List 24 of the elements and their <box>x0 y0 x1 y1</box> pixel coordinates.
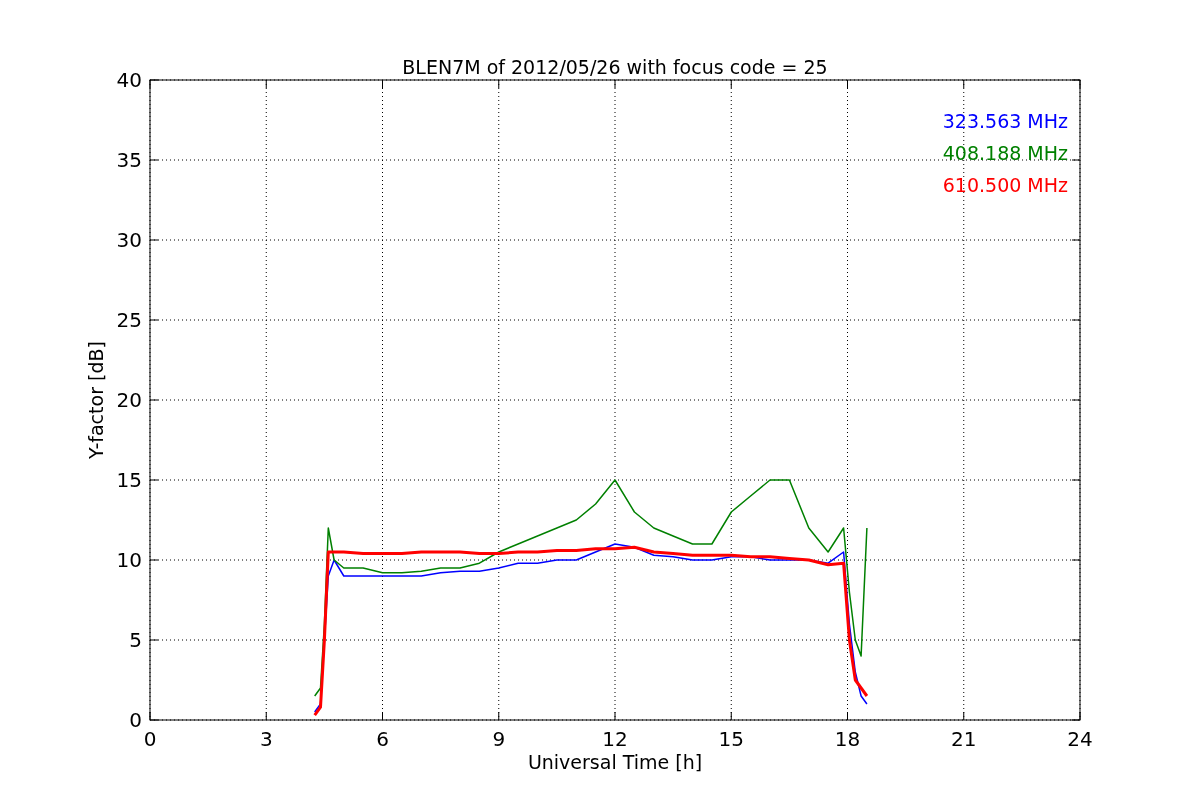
x-tick-label: 15 <box>718 727 744 751</box>
x-tick-label: 0 <box>143 727 157 751</box>
x-tick-label: 6 <box>376 727 389 751</box>
y-tick-label: 30 <box>116 228 142 252</box>
x-axis-label: Universal Time [h] <box>527 751 703 773</box>
y-tick-label: 25 <box>116 308 142 332</box>
y-tick-label: 10 <box>116 548 142 572</box>
legend-label: 610.500 MHz <box>942 174 1068 196</box>
x-tick-label: 21 <box>951 727 977 751</box>
x-tick-label: 24 <box>1067 727 1093 751</box>
x-tick-label: 18 <box>834 727 861 751</box>
x-tick-label: 9 <box>492 727 506 751</box>
y-axis-label: Y-factor [dB] <box>85 341 107 459</box>
y-tick-label: 35 <box>116 148 142 172</box>
chart-title: BLEN7M of 2012/05/26 with focus code = 25 <box>402 56 828 78</box>
legend-label: 408.188 MHz <box>942 142 1068 164</box>
x-tick-label: 12 <box>602 727 628 751</box>
y-tick-label: 0 <box>129 708 142 732</box>
y-tick-label: 40 <box>116 68 142 92</box>
y-tick-label: 5 <box>129 628 142 652</box>
y-tick-label: 15 <box>116 468 142 492</box>
y-tick-label: 20 <box>116 388 142 412</box>
x-tick-label: 3 <box>259 727 273 751</box>
legend-label: 323.563 MHz <box>942 110 1068 132</box>
